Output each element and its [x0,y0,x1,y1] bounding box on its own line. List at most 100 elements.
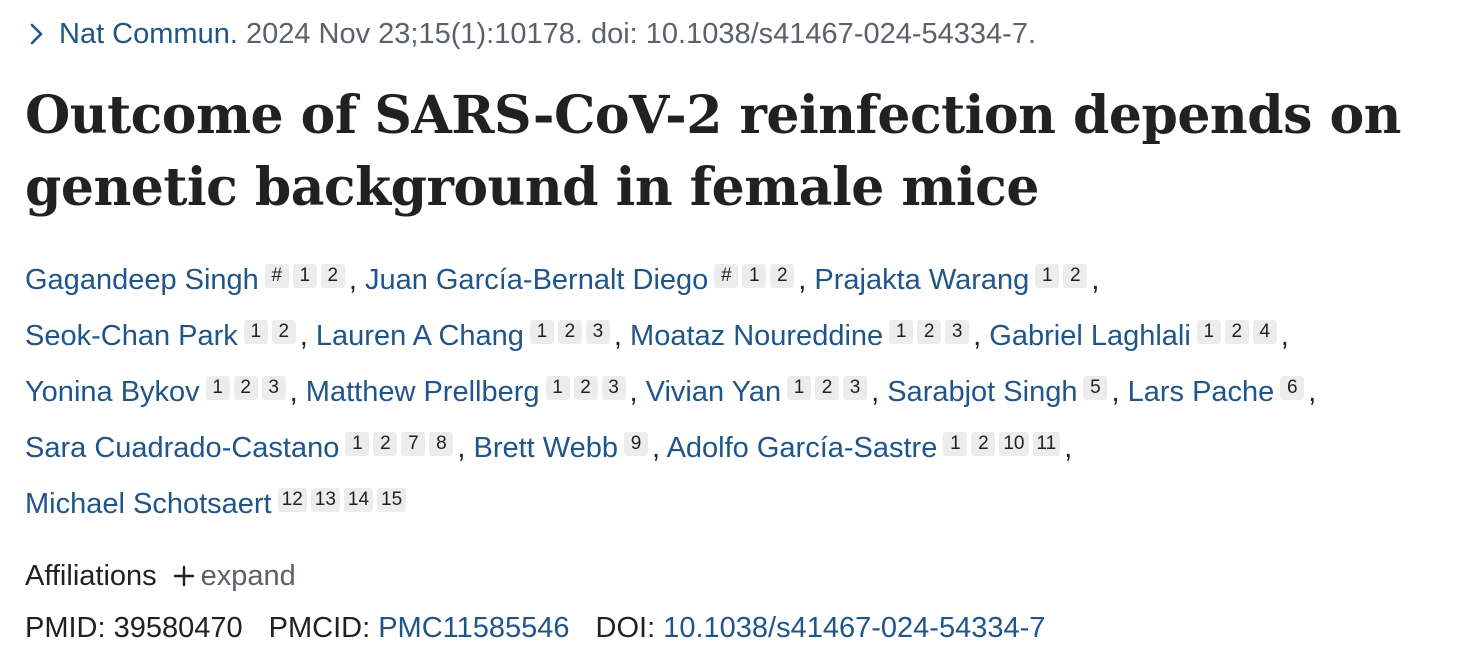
author-separator: , [299,320,308,352]
affiliation-number-badge[interactable]: 3 [843,376,868,400]
affiliation-number-badge[interactable]: 2 [1224,320,1249,344]
affiliation-number-badge[interactable]: 2 [917,320,942,344]
affiliation-number-badge[interactable]: 1 [1035,264,1060,288]
affiliation-number-badge[interactable]: 1 [1196,320,1221,344]
affiliation-number-badge[interactable]: 1 [787,376,812,400]
author-item: Michael Schotsaert 12 13 14 15 [25,488,410,520]
author-name-link[interactable]: Juan García-Bernalt Diego [365,264,708,296]
affiliation-number-badge[interactable]: 2 [1063,264,1088,288]
affiliation-number-badge[interactable]: 15 [377,488,407,512]
affiliation-number-badge[interactable]: 14 [343,488,374,512]
affiliation-number-badge[interactable]: 2 [320,264,345,288]
affiliation-number-badge[interactable]: 2 [971,432,996,456]
article-title: Outcome of SARS-CoV-2 reinfection depend… [25,85,1401,218]
author-name-link[interactable]: Adolfo García-Sastre [667,432,938,464]
affiliation-number-badge[interactable]: 2 [573,376,598,400]
author-separator: , [871,376,880,408]
author-name-link[interactable]: Lars Pache [1128,376,1275,408]
pmcid-link[interactable]: PMC11585546 [378,612,569,644]
affiliation-number-badge[interactable]: 3 [601,376,626,400]
affiliation-markers: 123 [529,304,614,352]
author-name-link[interactable]: Sarabjot Singh [887,376,1077,408]
author-name-link[interactable]: Vivian Yan [646,376,781,408]
affiliation-number-badge[interactable]: 2 [770,264,795,288]
affiliation-number-badge[interactable]: 1 [205,376,230,400]
article-header: Nat Commun. 2024 Nov 23;15(1):10178. doi… [0,0,1465,648]
doi-label: DOI: [595,612,656,644]
author-name-link[interactable]: Gagandeep Singh [25,264,259,296]
affiliation-number-badge[interactable]: 10 [999,432,1029,456]
affiliation-number-badge[interactable]: 4 [1252,320,1277,344]
equal-contribution-marker[interactable]: # [714,264,739,288]
affiliation-number-badge[interactable]: 1 [545,376,570,400]
affiliation-number-badge[interactable]: 2 [815,376,840,400]
author-item: Adolfo García-Sastre 1 2 10 11, [667,432,1072,464]
identifiers-row: PMID: 39580470 PMCID: PMC11585546 DOI: 10.… [25,608,1465,648]
affiliation-markers: 12 [243,304,300,352]
chevron-right-icon [30,23,43,45]
affiliation-number-badge[interactable]: 1 [943,432,968,456]
affiliation-number-badge[interactable]: 2 [373,432,398,456]
affiliation-markers: 123 [787,360,871,408]
author-separator: , [798,264,807,296]
affiliation-markers: 123 [545,360,630,408]
author-item: Lars Pache 6, [1128,376,1317,408]
author-separator: , [973,320,982,352]
author-name-link[interactable]: Brett Webb [473,432,618,464]
pmid-value: 39580470 [113,612,243,644]
affiliations-row: Affiliations expand [25,556,1465,596]
affiliation-number-badge[interactable]: 5 [1083,376,1108,400]
affiliation-number-badge[interactable]: 3 [261,376,286,400]
author-name-link[interactable]: Lauren A Chang [316,320,524,352]
doi-link[interactable]: 10.1038/s41467-024-54334-7 [663,612,1045,644]
affiliation-number-badge[interactable]: 6 [1280,376,1305,400]
affiliation-number-badge[interactable]: 2 [271,320,296,344]
affiliation-number-badge[interactable]: 12 [277,488,307,512]
affiliation-markers: #1 2 [264,248,349,296]
citation-details: 2024 Nov 23;15(1):10178. doi: 10.1038/s4… [237,18,1036,50]
author-name-link[interactable]: Sara Cuadrado-Castano [25,432,339,464]
affiliation-markers: 5 [1083,360,1111,408]
author-item: Prajakta Warang 1 2, [814,264,1099,296]
affiliation-number-badge[interactable]: 2 [233,376,258,400]
affiliation-number-badge[interactable]: 1 [345,432,370,456]
author-separator: , [348,264,357,296]
author-name-link[interactable]: Yonina Bykov [25,376,200,408]
affiliation-number-badge[interactable]: 8 [429,432,454,456]
author-name-link[interactable]: Matthew Prellberg [306,376,540,408]
affiliation-markers: 1 2 10 11 [943,416,1064,464]
author-separator: , [1308,376,1317,408]
author-item: Brett Webb 9, [473,432,660,464]
affiliation-number-badge[interactable]: 1 [889,320,914,344]
affiliation-number-badge[interactable]: 1 [292,264,317,288]
equal-contribution-marker[interactable]: # [264,264,289,288]
author-item: Sara Cuadrado-Castano 1 2 7 8, [25,432,465,464]
author-separator: , [457,432,466,464]
affiliation-number-badge[interactable]: 1 [243,320,268,344]
affiliations-expand-button[interactable]: expand [173,560,296,592]
author-item: Lauren A Chang 1 2 3, [316,320,622,352]
author-separator: , [1091,264,1100,296]
affiliation-number-badge[interactable]: 1 [529,320,554,344]
author-name-link[interactable]: Gabriel Laghlali [989,320,1191,352]
author-name-link[interactable]: Michael Schotsaert [25,488,272,520]
affiliation-markers: 12 [1035,248,1091,296]
journal-link[interactable]: Nat Commun. [59,18,238,50]
author-name-link[interactable]: Moataz Noureddine [630,320,883,352]
affiliation-number-badge[interactable]: 3 [945,320,970,344]
affiliation-number-badge[interactable]: 1 [742,264,767,288]
author-name-link[interactable]: Seok-Chan Park [25,320,238,352]
affiliation-number-badge[interactable]: 2 [557,320,582,344]
affiliation-number-badge[interactable]: 3 [585,320,610,344]
author-name-link[interactable]: Prajakta Warang [814,264,1029,296]
author-item: Moataz Noureddine 1 2 3, [630,320,981,352]
affiliation-number-badge[interactable]: 11 [1032,432,1061,456]
author-item: Vivian Yan 1 2 3, [646,376,880,408]
affiliations-label: Affiliations [25,560,157,592]
affiliation-number-badge[interactable]: 9 [624,432,649,456]
author-separator: , [1280,320,1289,352]
affiliation-markers: #1 2 [714,248,798,296]
pmcid-label: PMCID: [268,612,371,644]
affiliation-number-badge[interactable]: 7 [401,432,426,456]
affiliation-number-badge[interactable]: 13 [310,488,340,512]
